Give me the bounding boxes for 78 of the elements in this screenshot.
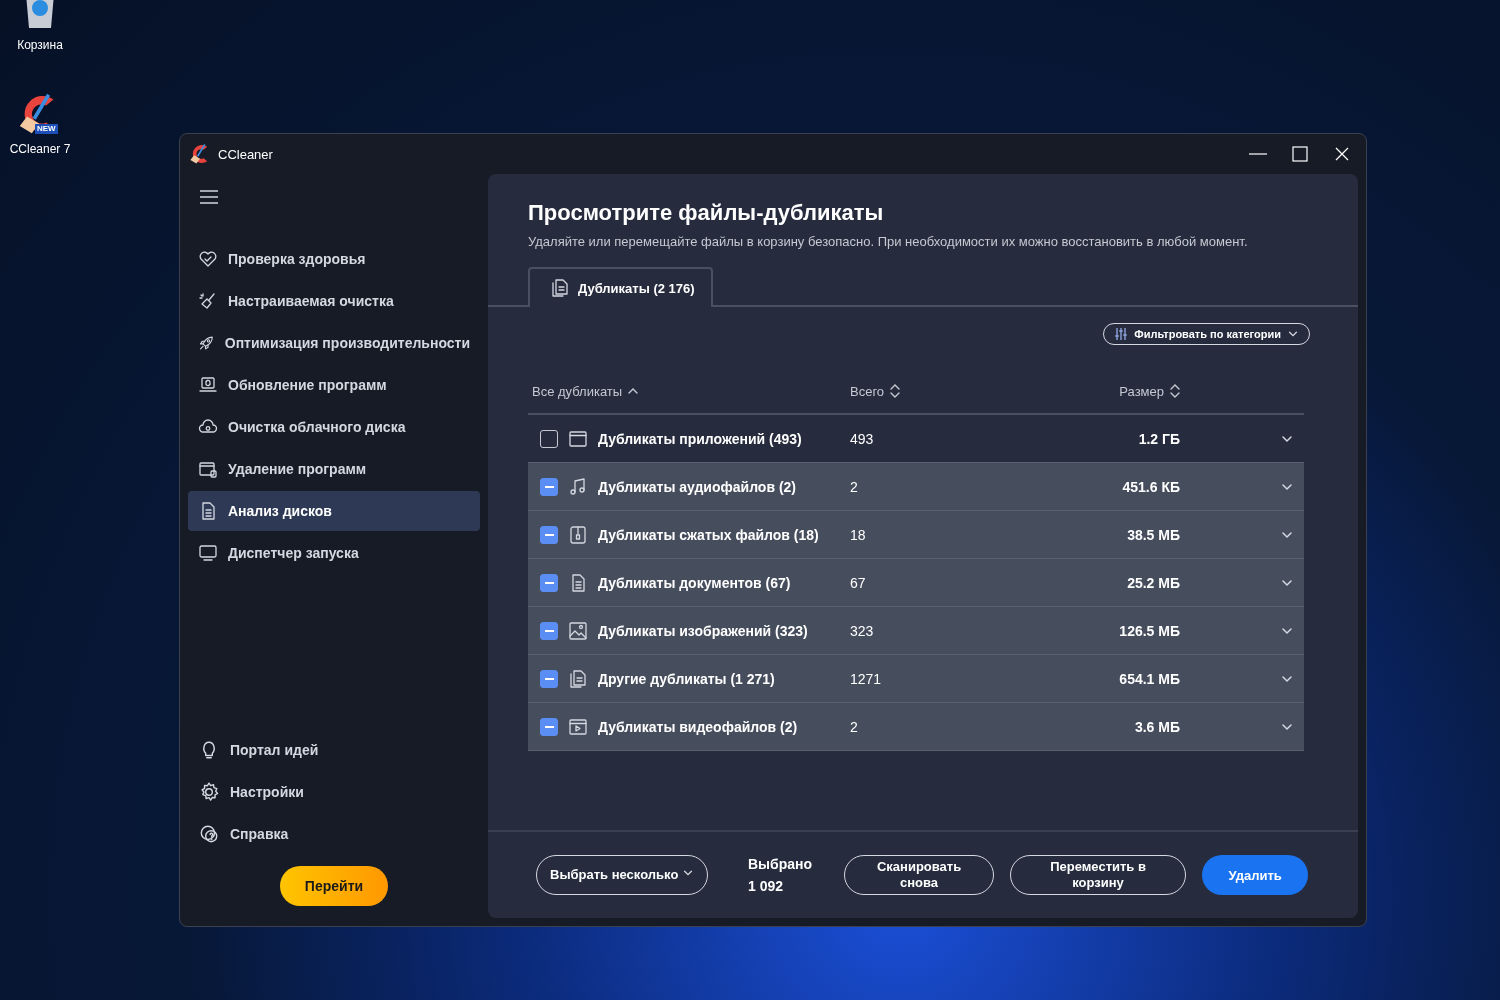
sidebar-item[interactable]: Анализ дисков [188,491,480,531]
desktop-icon-label[interactable]: Корзина [17,38,63,52]
table-cell-text: 451.6 КБ [1121,478,1180,495]
tab[interactable]: Дубликаты (2 176) [528,267,713,307]
page-title: Просмотрите файлы-дубликаты [527,199,885,226]
documents-icon [550,278,570,298]
table-cell: Дубликаты видеофайлов (2) [598,718,798,735]
archive-icon [568,524,588,545]
settings-icon [198,781,220,803]
table-row[interactable]: Дубликаты изображений (323) 323 126.5 МБ [528,607,1304,655]
table-cell-text: 1271 [850,670,883,687]
sidebar-item[interactable]: Диспетчер запуска [188,533,480,573]
checkbox[interactable] [540,621,558,640]
new-badge: NEW [35,124,58,134]
window-trash-icon [198,459,218,479]
sidebar-item[interactable]: Оптимизация производительности [188,323,480,363]
maximize-icon[interactable] [1290,144,1310,164]
table-cell: Дубликаты приложений (493) [598,430,802,447]
checkbox[interactable] [540,477,558,496]
column-header[interactable]: Все дубликаты [532,383,623,399]
checkbox[interactable] [540,429,558,448]
sort-icon [1170,383,1180,399]
page-subtitle: Удаляйте или перемещайте файлы в корзину безопасно. При необходимости их можно восстановить в любой момент. [527,233,1249,249]
table-cell-text: 126.5 МБ [1118,622,1180,639]
table-cell-text: 1.2 ГБ [1137,430,1180,447]
sidebar-item[interactable]: Обновление программ [188,365,480,405]
help-icon [198,823,220,845]
image-icon [568,620,588,641]
table-cell: Дубликаты аудиофайлов (2) [598,478,796,495]
table-cell-text: 493 [850,430,875,447]
selected-count: 1 092 [748,878,785,894]
sidebar-item[interactable]: Очистка облачного диска [188,407,480,447]
sort-icon [890,383,901,399]
delete-button[interactable]: Удалить [1202,855,1309,895]
checkbox[interactable] [540,717,558,736]
checkbox[interactable] [540,525,558,544]
sort-ascending-icon [628,387,639,395]
table-cell-text: 18 [850,526,867,543]
table-row[interactable]: Дубликаты видеофайлов (2) 2 3.6 МБ [528,703,1304,751]
table-cell: Дубликаты документов (67) [598,574,791,591]
sidebar-item[interactable]: Настройки [188,772,480,812]
table-cell-text: 67 [850,574,867,591]
desktop-icon-label[interactable]: CCleaner 7 [9,142,71,156]
documents-icon [568,668,588,689]
table-row[interactable]: Дубликаты документов (67) 67 25.2 МБ [528,559,1304,607]
sidebar-item[interactable]: Портал идей [188,730,480,770]
menu-icon [200,190,218,204]
table-cell: Дубликаты изображений (323) [598,622,808,639]
laptop-icon [198,375,218,395]
table-cell-text: 3.6 МБ [1133,718,1180,735]
table-cell-text: 25.2 МБ [1126,574,1180,591]
table-row[interactable]: Другие дубликаты (1 271) 1271 654.1 МБ [528,655,1304,703]
table-cell-text: 38.5 МБ [1126,526,1180,543]
sidebar-item[interactable]: Настраиваемая очистка [188,281,480,321]
checkbox[interactable] [540,573,558,592]
music-note-icon [568,476,588,497]
go-button[interactable]: Перейти [280,866,388,906]
selected-label: Выбрано [748,856,813,872]
monitor-icon [198,543,218,563]
table-cell-text: 2 [850,718,859,735]
sidebar-item[interactable]: Удаление программ [188,449,480,489]
sliders-icon [1114,327,1129,341]
table-row[interactable]: Дубликаты сжатых файлов (18) 18 38.5 МБ [528,511,1304,559]
window-icon [568,428,588,449]
column-header[interactable]: Размер [1119,383,1164,399]
table-cell: Дубликаты сжатых файлов (18) [598,526,819,543]
sidebar-item[interactable]: Проверка здоровья [188,239,480,279]
window-title: CCleaner [218,146,274,162]
table-row[interactable]: Дубликаты аудиофайлов (2) 2 451.6 КБ [528,463,1304,511]
checkbox[interactable] [540,669,558,688]
table-cell-text: 323 [850,622,875,639]
table-cell: Другие дубликаты (1 271) [598,670,775,687]
table-cell-text: 654.1 МБ [1118,670,1180,687]
table-cell-text: 2 [850,478,859,495]
column-header[interactable]: Всего [850,383,885,399]
heart-icon [198,249,218,269]
video-icon [568,716,588,737]
sidebar-item[interactable]: Справка [188,814,480,854]
